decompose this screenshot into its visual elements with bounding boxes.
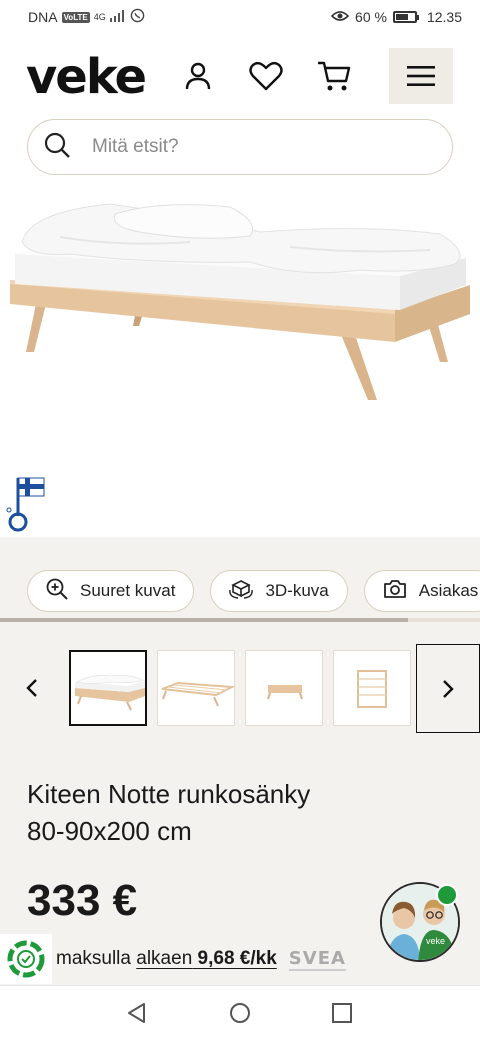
financing-amount: 9,68 €/kk (197, 948, 277, 969)
system-nav-bar (0, 985, 480, 1040)
financing-prefix: maksulla (56, 948, 131, 969)
eye-icon (330, 9, 350, 25)
clock: 12.35 (426, 9, 462, 25)
bed-illustration (10, 203, 470, 400)
battery-icon (392, 11, 419, 23)
chevron-left-icon (26, 679, 37, 697)
whatsapp-icon (130, 8, 145, 26)
product-price: 333 € (27, 876, 138, 925)
chat-shirt-text: veke (426, 936, 446, 946)
battery-percent: 60 % (355, 9, 387, 25)
product-title: Kiteen Notte runkosänky 80-90x200 cm (27, 776, 447, 850)
product-title-line1: Kiteen Notte runkosänky (27, 779, 311, 809)
menu-button[interactable] (389, 48, 453, 104)
search-icon (44, 132, 70, 163)
large-images-button[interactable]: Suuret kuvat (27, 570, 195, 612)
zoom-in-icon (46, 578, 68, 605)
thumbnail-3[interactable] (245, 650, 323, 726)
large-images-label: Suuret kuvat (80, 581, 176, 600)
heart-icon[interactable] (246, 56, 286, 96)
chevron-right-icon (443, 679, 454, 698)
3d-view-button[interactable]: 3D-kuva (210, 570, 348, 612)
3d-view-label: 3D-kuva (265, 581, 329, 600)
thumbnail-1[interactable] (69, 650, 147, 726)
product-title-line2: 80-90x200 cm (27, 816, 192, 846)
svea-logo: SVEA (288, 947, 346, 971)
finnish-key-flag-icon (4, 476, 46, 537)
financing-offer-label: alkaen (136, 948, 193, 969)
financing-logo-icon[interactable] (0, 934, 52, 984)
home-nav-icon[interactable] (229, 1002, 251, 1029)
next-image-button[interactable] (416, 644, 480, 733)
product-image[interactable] (0, 192, 480, 537)
rotate-3d-icon (229, 578, 254, 605)
back-nav-icon[interactable] (126, 1002, 148, 1029)
customer-photos-button[interactable]: Asiakas (363, 570, 480, 612)
signal-icon (109, 9, 126, 25)
network-label: 4G (93, 12, 106, 22)
chips-scroll-thumb[interactable] (0, 618, 408, 622)
camera-icon (383, 579, 407, 604)
veke-logo[interactable]: veke (26, 50, 147, 104)
financing-offer-link[interactable]: alkaen 9,68 €/kk (136, 948, 277, 969)
media-buttons: Suuret kuvat 3D-kuva Asiakas (27, 570, 480, 612)
cart-icon[interactable] (314, 56, 354, 96)
online-status-dot (436, 884, 458, 906)
hamburger-icon (407, 66, 435, 86)
status-bar: DNA VoLTE 4G 60 % 12.35 (0, 0, 480, 34)
carrier-label: DNA (28, 9, 58, 25)
thumbnail-gallery (0, 644, 480, 734)
recents-nav-icon[interactable] (331, 1002, 353, 1029)
financing-text: maksulla alkaen 9,68 €/kk (56, 948, 277, 970)
chips-scroll-track[interactable] (0, 618, 480, 622)
customer-photos-label: Asiakas (418, 581, 479, 600)
thumbnail-2[interactable] (157, 650, 235, 726)
site-header: veke (0, 34, 480, 192)
search-input[interactable] (92, 136, 392, 158)
account-icon[interactable] (178, 56, 218, 96)
thumbnail-4[interactable] (333, 650, 411, 726)
volte-badge: VoLTE (61, 11, 90, 23)
search-bar[interactable] (27, 119, 453, 175)
previous-image-button[interactable] (20, 674, 44, 702)
